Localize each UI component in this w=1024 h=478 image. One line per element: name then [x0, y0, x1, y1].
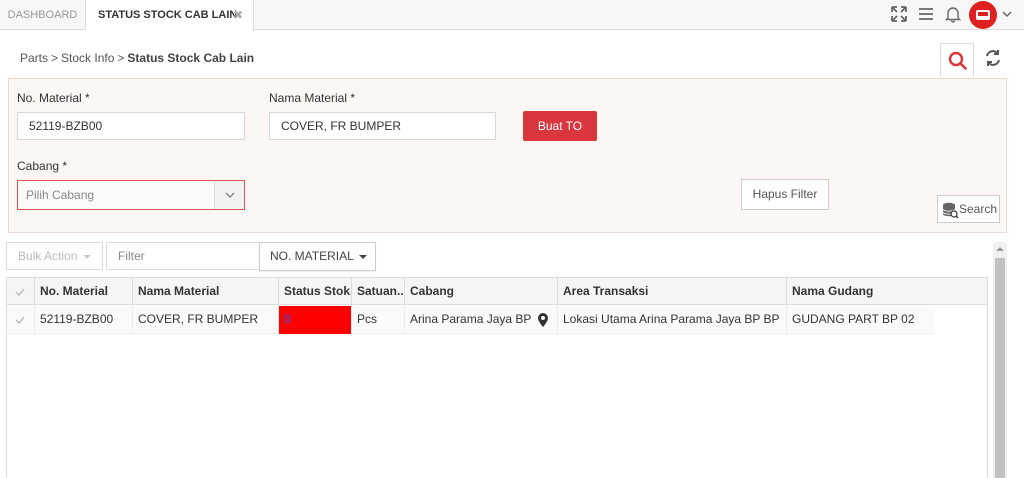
scroll-up-arrow-icon[interactable]	[996, 245, 1004, 253]
caret-down-icon	[82, 254, 91, 259]
breadcrumb-separator: >	[117, 51, 125, 65]
data-grid: No. Material Nama Material Status Stok..…	[6, 277, 988, 478]
check-icon	[15, 316, 25, 324]
search-icon	[948, 51, 967, 70]
cell-status-stok: 0	[279, 306, 352, 334]
menu-icon[interactable]	[917, 5, 935, 23]
column-header-nama-material[interactable]: Nama Material	[133, 278, 279, 305]
top-tab-bar: DASHBOARD STATUS STOCK CAB LAIN ✖	[0, 0, 1024, 31]
select-all-checkbox[interactable]	[7, 278, 35, 305]
table-filter-input[interactable]: Filter	[106, 242, 262, 270]
filter-column-label: NO. MATERIAL	[270, 249, 354, 263]
breadcrumb-item-stock-info[interactable]: Stock Info	[61, 51, 114, 65]
hapus-filter-button[interactable]: Hapus Filter	[741, 179, 829, 210]
chevron-down-icon[interactable]	[1000, 8, 1014, 20]
chevron-down-icon	[225, 192, 235, 198]
avatar[interactable]	[969, 1, 997, 29]
bulk-action-dropdown[interactable]: Bulk Action	[6, 242, 103, 270]
tab-dashboard[interactable]: DASHBOARD	[0, 0, 86, 30]
search-button[interactable]: Search	[937, 195, 1000, 223]
breadcrumb: Parts > Stock Info > Status Stock Cab Lain	[20, 51, 254, 65]
expand-icon[interactable]	[890, 5, 908, 23]
breadcrumb-separator: >	[51, 51, 59, 65]
column-header-area-transaksi[interactable]: Area Transaksi	[558, 278, 787, 305]
cell-cabang-text: Arina Parama Jaya BP	[410, 312, 532, 326]
nama-material-input[interactable]: COVER, FR BUMPER	[269, 112, 496, 140]
refresh-icon[interactable]	[982, 47, 1004, 69]
search-button-label: Search	[959, 202, 998, 216]
breadcrumb-item-current: Status Stock Cab Lain	[127, 51, 255, 65]
bulk-action-label: Bulk Action	[18, 249, 78, 263]
cell-area-transaksi: Lokasi Utama Arina Parama Jaya BP BP	[558, 306, 787, 334]
column-header-nama-gudang[interactable]: Nama Gudang	[787, 278, 987, 305]
cell-cabang: Arina Parama Jaya BP	[405, 306, 558, 334]
nama-material-label: Nama Material *	[269, 91, 356, 105]
avatar-car-icon	[976, 10, 990, 20]
map-pin-icon[interactable]	[537, 312, 549, 328]
tab-status-stock-cab-lain[interactable]: STATUS STOCK CAB LAIN ✖	[86, 0, 254, 31]
no-material-input[interactable]: 52119-BZB00	[17, 112, 245, 140]
column-header-status-stok[interactable]: Status Stok...	[279, 278, 352, 305]
cell-nama-gudang: GUDANG PART BP 02	[792, 312, 915, 326]
cabang-select-placeholder: Pilih Cabang	[26, 188, 95, 202]
cabang-select[interactable]: Pilih Cabang	[17, 180, 245, 210]
column-header-cabang[interactable]: Cabang	[405, 278, 558, 305]
row-checkbox[interactable]	[7, 306, 35, 334]
tab-close-icon[interactable]: ✖	[233, 0, 243, 30]
check-icon	[15, 288, 25, 296]
column-header-satuan[interactable]: Satuan...	[352, 278, 405, 305]
filter-column-dropdown[interactable]: NO. MATERIAL	[259, 242, 376, 271]
cabang-select-toggle[interactable]	[214, 181, 244, 209]
tab-label: STATUS STOCK CAB LAIN	[98, 9, 238, 21]
toggle-filter-button[interactable]	[940, 43, 974, 77]
cell-satuan: Pcs	[352, 306, 405, 334]
filter-panel: No. Material * 52119-BZB00 Nama Material…	[8, 78, 1007, 233]
caret-down-icon	[358, 254, 367, 259]
cell-no-material: 52119-BZB00	[35, 306, 133, 334]
scrollbar-thumb[interactable]	[995, 258, 1005, 478]
database-icon	[942, 202, 959, 219]
buat-to-button[interactable]: Buat TO	[523, 111, 597, 141]
no-material-label: No. Material *	[17, 91, 90, 105]
bell-icon[interactable]	[944, 5, 962, 23]
cell-nama-material: COVER, FR BUMPER	[133, 306, 279, 334]
cabang-label: Cabang *	[17, 159, 68, 173]
grid-header: No. Material Nama Material Status Stok..…	[7, 278, 987, 305]
breadcrumb-item-parts[interactable]: Parts	[20, 51, 48, 65]
column-header-no-material[interactable]: No. Material	[35, 278, 133, 305]
